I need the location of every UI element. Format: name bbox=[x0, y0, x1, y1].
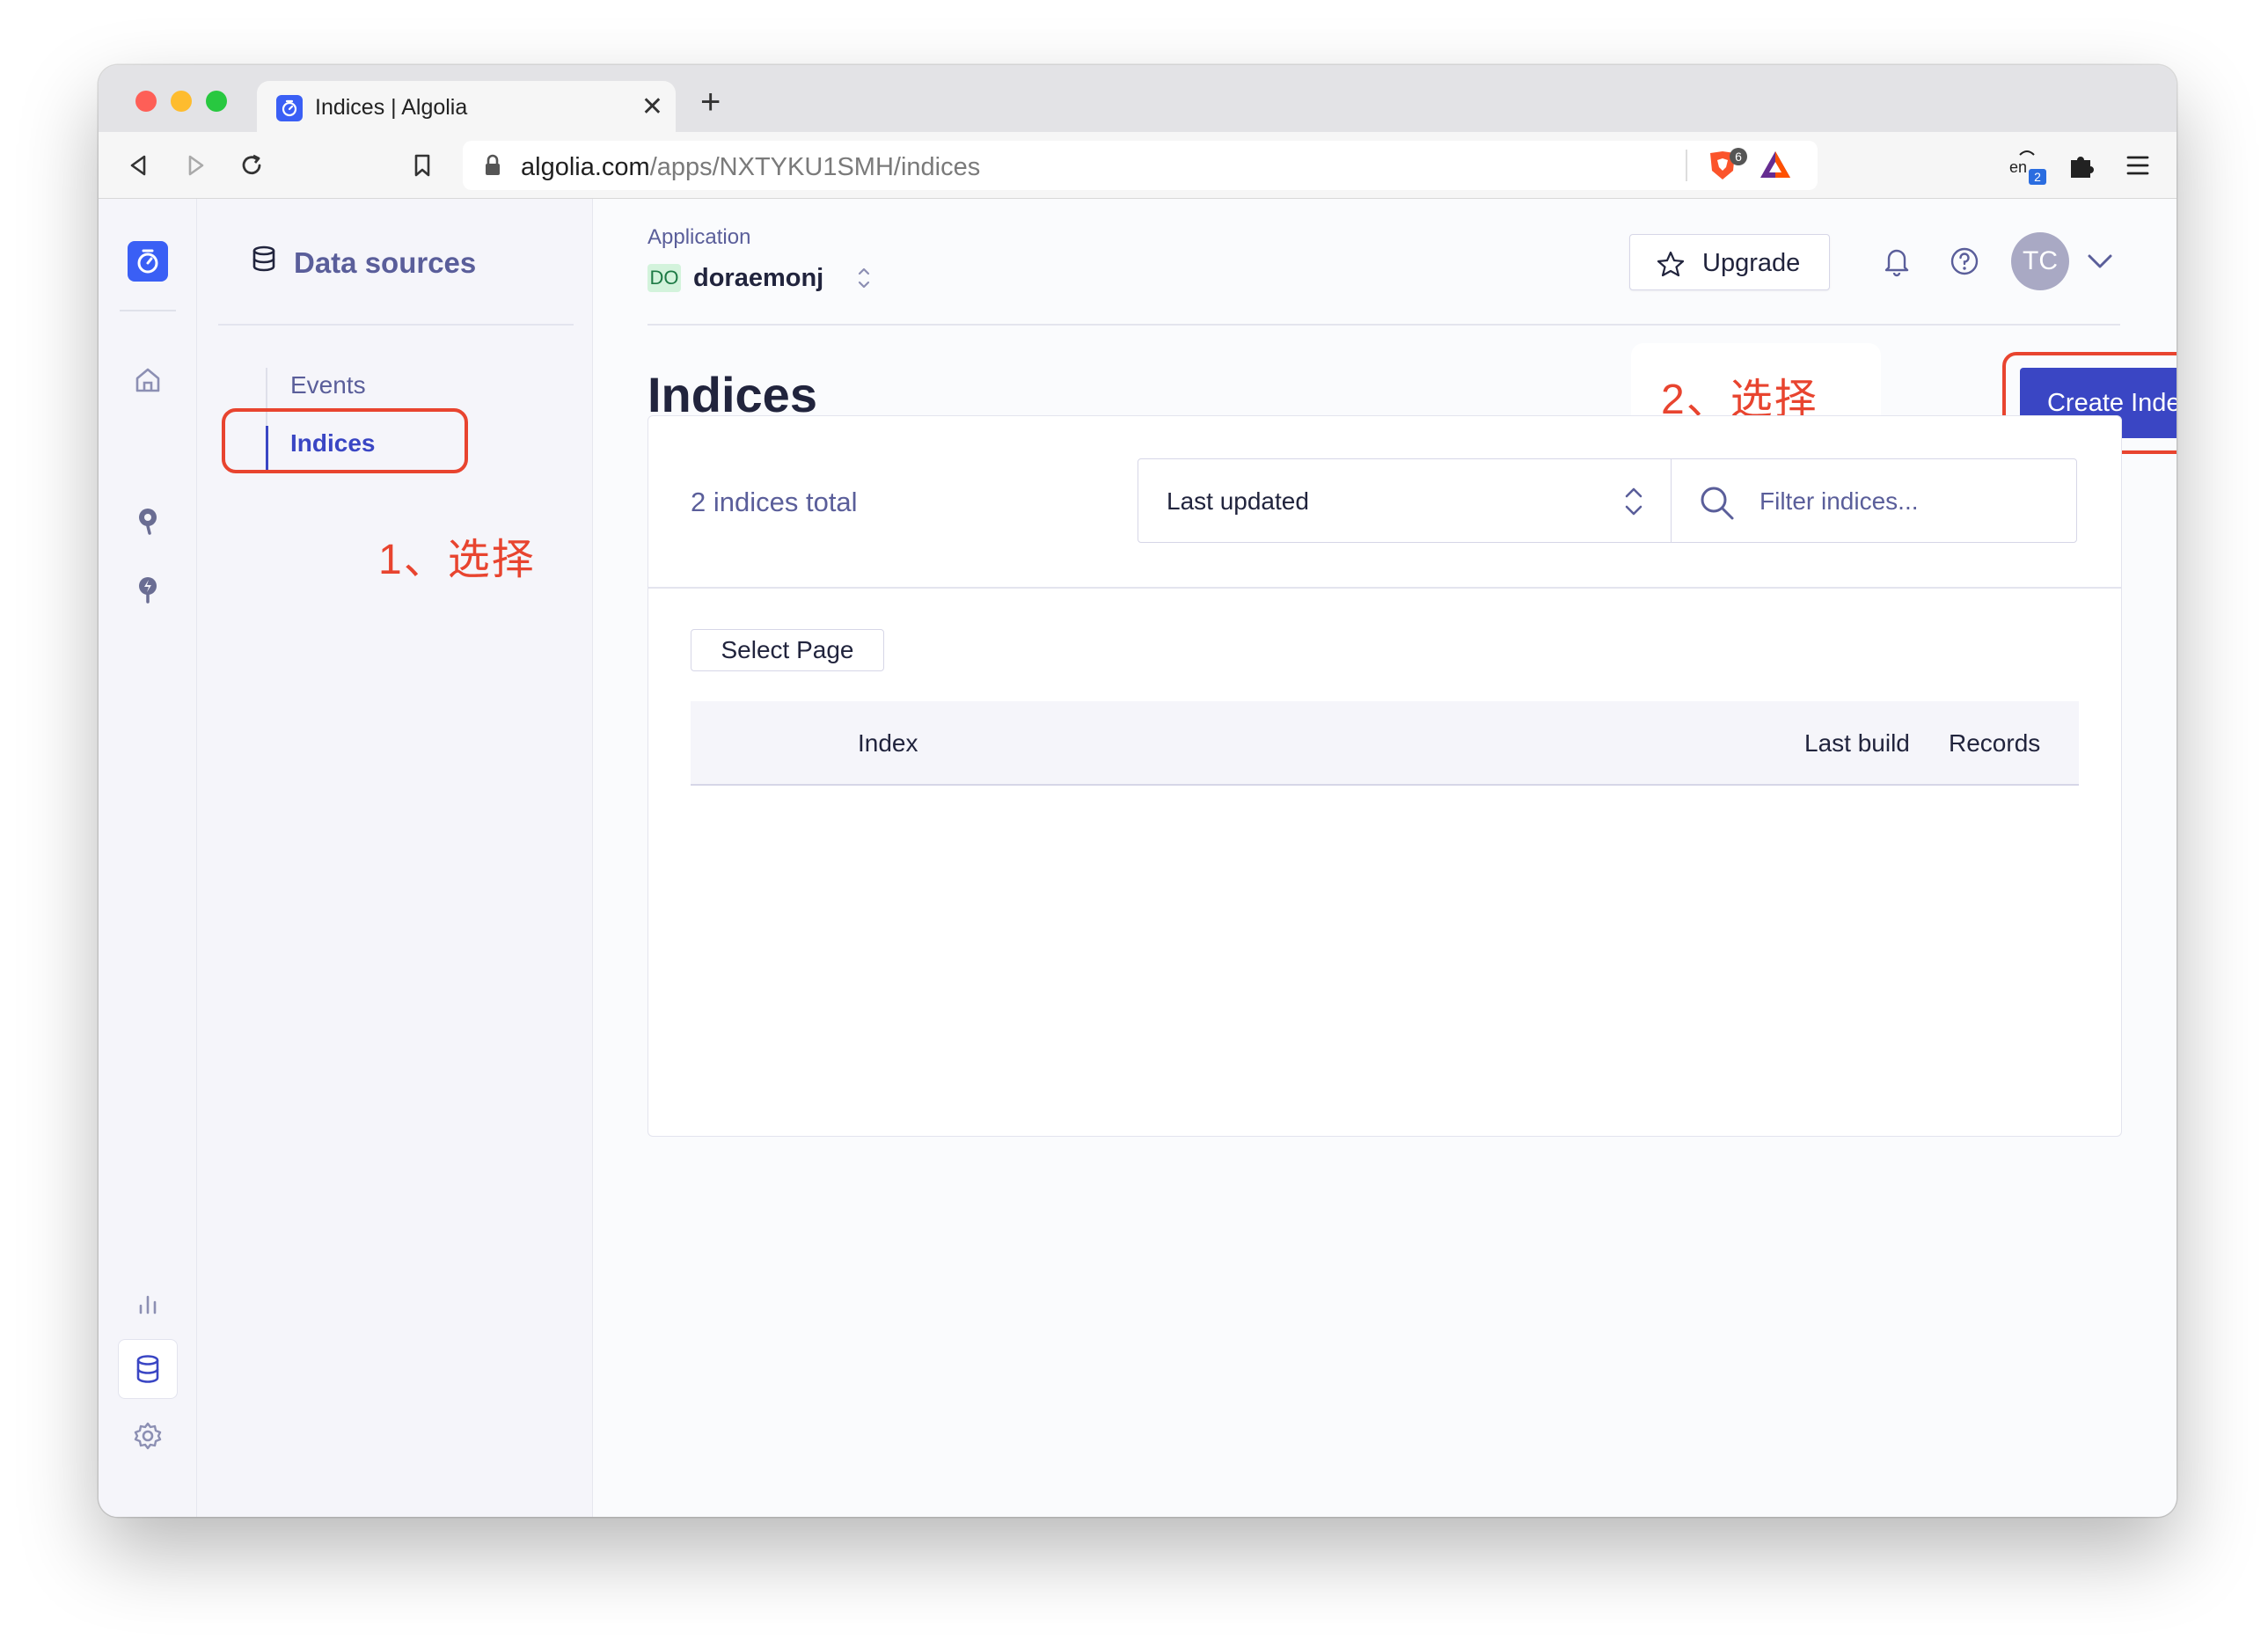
algolia-logo-icon[interactable] bbox=[128, 241, 168, 282]
tab-title: Indices | Algolia bbox=[315, 95, 468, 120]
icon-rail bbox=[99, 199, 197, 1517]
reload-icon[interactable] bbox=[236, 150, 267, 181]
column-header-last-build[interactable]: Last build bbox=[1804, 729, 1910, 758]
header-divider bbox=[647, 324, 2120, 326]
app-name[interactable]: doraemonj bbox=[693, 264, 823, 293]
subnav-item-events[interactable]: Events bbox=[290, 371, 366, 399]
lock-icon bbox=[486, 154, 500, 175]
upgrade-button[interactable]: Upgrade bbox=[1629, 234, 1830, 290]
sort-select[interactable]: Last updated bbox=[1138, 458, 1672, 543]
sort-value: Last updated bbox=[1167, 487, 1309, 515]
lightning-bulb-icon[interactable] bbox=[130, 572, 165, 607]
search-bulb-icon[interactable] bbox=[130, 503, 165, 538]
minimize-window-button[interactable] bbox=[171, 91, 192, 112]
url-text: algolia.com/apps/NXTYKU1SMH/indices bbox=[521, 153, 981, 181]
brave-badge: 6 bbox=[1735, 150, 1742, 164]
select-page-button[interactable]: Select Page bbox=[691, 629, 884, 671]
rail-divider bbox=[120, 310, 176, 311]
translate-badge: 2 bbox=[2034, 170, 2041, 184]
card-divider bbox=[648, 587, 2121, 589]
column-header-index[interactable]: Index bbox=[858, 729, 918, 758]
help-icon[interactable] bbox=[1948, 245, 1981, 278]
zoom-window-button[interactable] bbox=[206, 91, 227, 112]
home-icon[interactable] bbox=[130, 362, 165, 398]
app-switcher-icon[interactable] bbox=[853, 260, 874, 296]
bell-icon[interactable] bbox=[1881, 245, 1913, 278]
back-icon[interactable] bbox=[123, 150, 155, 181]
star-icon bbox=[1657, 251, 1685, 277]
brave-shields-icon[interactable]: 6 bbox=[1705, 148, 1749, 183]
app-badge: DO bbox=[647, 264, 681, 292]
subnav-title: Data sources bbox=[294, 246, 477, 279]
browser-window: Indices | Algolia ✕ + algolia.com/apps/N… bbox=[99, 65, 2177, 1517]
search-icon bbox=[1701, 487, 1734, 520]
chevron-down-icon[interactable] bbox=[2085, 248, 2115, 275]
extensions-puzzle-icon[interactable] bbox=[2066, 150, 2097, 181]
gear-icon[interactable] bbox=[130, 1418, 165, 1453]
table-header: Index Last build Records bbox=[691, 701, 2079, 786]
annotation-step-1: 1、选择 bbox=[378, 537, 536, 583]
indices-count: 2 indices total bbox=[691, 487, 858, 517]
filter-field[interactable] bbox=[1671, 458, 2077, 543]
main-content: Application DO doraemonj Upgrade TC Indi… bbox=[593, 199, 2177, 1517]
sort-chevrons-icon bbox=[1625, 487, 1642, 516]
filter-indices-input[interactable] bbox=[1758, 482, 2057, 521]
browser-menu-icon[interactable] bbox=[2122, 150, 2154, 181]
user-avatar[interactable]: TC bbox=[2011, 232, 2069, 290]
indices-card: 2 indices total Last updated Select Pag bbox=[647, 415, 2122, 1137]
title-bar: Indices | Algolia ✕ + bbox=[99, 65, 2177, 132]
analytics-icon[interactable] bbox=[130, 1286, 165, 1322]
svg-text:en: en bbox=[2009, 158, 2027, 176]
browser-toolbar: algolia.com/apps/NXTYKU1SMH/indices 6 en… bbox=[99, 132, 2177, 199]
upgrade-label: Upgrade bbox=[1702, 249, 1801, 277]
database-icon[interactable] bbox=[130, 1351, 165, 1387]
forward-icon[interactable] bbox=[179, 150, 211, 181]
database-icon bbox=[252, 245, 275, 272]
url-separator bbox=[1686, 150, 1687, 181]
data-sources-nav: Data sources Events Indices 1、选择 bbox=[197, 199, 593, 1517]
annotation-box-1 bbox=[222, 408, 468, 473]
brave-rewards-icon[interactable] bbox=[1758, 148, 1793, 183]
tab-close-icon[interactable]: ✕ bbox=[641, 92, 663, 122]
bookmark-icon[interactable] bbox=[406, 150, 438, 181]
address-bar[interactable]: algolia.com/apps/NXTYKU1SMH/indices 6 bbox=[463, 141, 1818, 190]
browser-tab[interactable]: Indices | Algolia ✕ bbox=[257, 81, 676, 132]
algolia-favicon-icon bbox=[276, 95, 303, 121]
new-tab-button[interactable]: + bbox=[700, 84, 721, 120]
close-window-button[interactable] bbox=[135, 91, 157, 112]
application-label: Application bbox=[647, 225, 751, 249]
column-header-records[interactable]: Records bbox=[1949, 729, 2040, 758]
subnav-divider bbox=[218, 324, 574, 326]
translate-extension-icon[interactable]: en 2 bbox=[2008, 146, 2050, 185]
algolia-app: Data sources Events Indices 1、选择 Applica… bbox=[99, 199, 2177, 1517]
